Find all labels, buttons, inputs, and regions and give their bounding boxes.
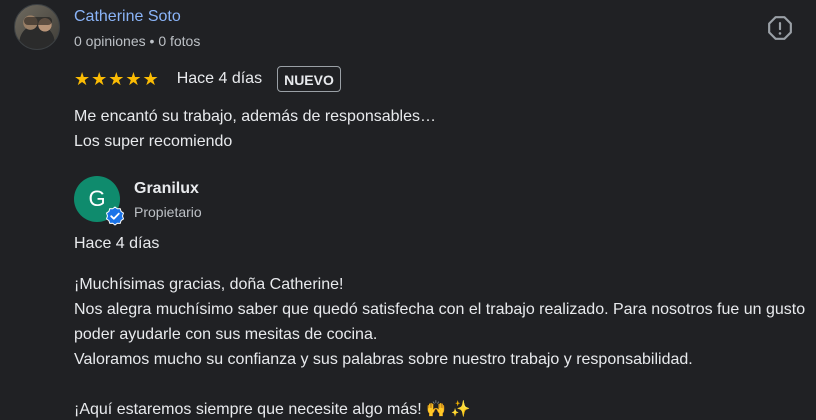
reply-date: Hace 4 días xyxy=(74,235,160,252)
review-text-line: Los super recomiendo xyxy=(74,133,233,150)
review-card: Catherine Soto 0 opiniones • 0 fotos ★★★… xyxy=(0,0,816,420)
reviewer-header: Catherine Soto 0 opiniones • 0 fotos xyxy=(14,4,200,52)
owner-avatar: G xyxy=(74,176,125,226)
reply-line: ¡Aquí estaremos siempre que necesite alg… xyxy=(74,401,471,418)
new-badge: NUEVO xyxy=(277,66,341,92)
reviewer-photos-count: 0 fotos xyxy=(158,33,201,49)
review-text: Me encantó su trabajo, además de respons… xyxy=(74,104,794,154)
owner-role: Propietario xyxy=(134,204,202,220)
reviewer-info: Catherine Soto 0 opiniones • 0 fotos xyxy=(74,7,200,52)
review-text-line: Me encantó su trabajo, además de respons… xyxy=(74,108,436,125)
owner-reply-text: ¡Muchísimas gracias, doña Catherine! Nos… xyxy=(74,272,809,420)
reviewer-name-link[interactable]: Catherine Soto xyxy=(74,7,200,27)
owner-name: Granilux xyxy=(134,180,199,197)
reply-line: Valoramos mucho su confianza y sus palab… xyxy=(74,351,693,368)
owner-response-header: G Granilux Propietario xyxy=(74,176,202,226)
review-date: Hace 4 días xyxy=(176,70,263,87)
meta-separator: • xyxy=(149,33,155,49)
report-icon[interactable] xyxy=(767,15,793,41)
rating-row: ★★★★★ Hace 4 días NUEVO xyxy=(74,65,341,93)
reply-spacer xyxy=(74,372,809,397)
reviewer-avatar[interactable] xyxy=(14,4,60,50)
owner-info: Granilux Propietario xyxy=(134,178,202,222)
reply-line: ¡Muchísimas gracias, doña Catherine! xyxy=(74,276,344,293)
verified-badge-icon xyxy=(105,206,125,226)
reviewer-meta: 0 opiniones • 0 fotos xyxy=(74,30,200,52)
reply-line: Nos alegra muchísimo saber que quedó sat… xyxy=(74,301,806,343)
star-rating-icon: ★★★★★ xyxy=(74,69,160,89)
owner-initial: G xyxy=(88,186,106,211)
reviewer-reviews-count: 0 opiniones xyxy=(74,33,146,49)
